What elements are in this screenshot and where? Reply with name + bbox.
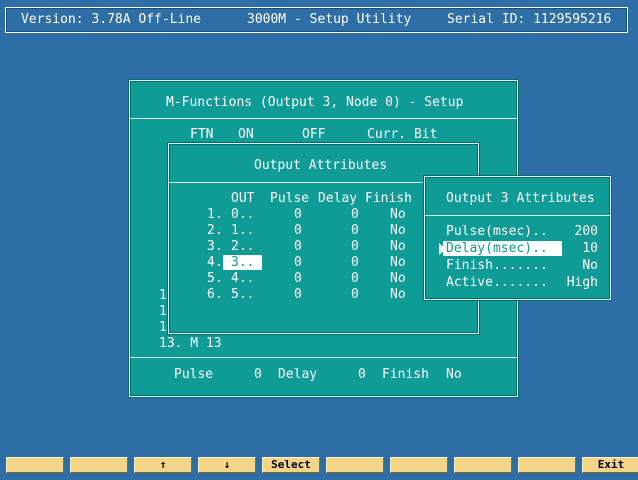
row-out: 4..	[231, 271, 255, 286]
function-key-2[interactable]	[70, 457, 128, 473]
app-title: 3000M - Setup Utility	[247, 12, 412, 27]
col-header-finish: Finish	[365, 191, 412, 206]
function-key-9[interactable]	[518, 457, 576, 473]
col-header-delay: Delay	[318, 191, 358, 206]
row-pulse: 0	[294, 271, 302, 286]
attribute-row[interactable]: Active....... High	[425, 275, 610, 291]
attribute-label: Pulse(msec)..	[446, 224, 548, 239]
row-delay: 0	[351, 287, 359, 302]
row-finish: No	[390, 271, 406, 286]
footer-delay-value: 0	[358, 367, 366, 382]
col-header-out: OUT	[231, 191, 255, 206]
function-key-4[interactable]: ↓	[198, 457, 256, 473]
row-delay: 0	[351, 239, 359, 254]
row-pulse: 0	[294, 287, 302, 302]
function-key-6[interactable]	[326, 457, 384, 473]
row-out: 3..	[223, 255, 263, 270]
serial-id: Serial ID: 1129595216	[447, 12, 612, 27]
function-key-3[interactable]: ↑	[134, 457, 192, 473]
attribute-value: High	[566, 275, 598, 290]
row-index: 1.	[207, 207, 223, 222]
row-out: 5..	[231, 287, 255, 302]
divider	[130, 118, 517, 119]
row-index: 3.	[207, 239, 223, 254]
attribute-label: Active.......	[446, 275, 548, 290]
col-header-pulse: Pulse	[270, 191, 310, 206]
row-out: 0..	[231, 207, 255, 222]
divider	[130, 357, 517, 358]
m-functions-title: M-Functions (Output 3, Node 0) - Setup	[166, 95, 464, 110]
row-finish: No	[390, 223, 406, 238]
row-pulse: 0	[294, 207, 302, 222]
attribute-row[interactable]: Finish....... No	[425, 258, 610, 274]
row-finish: No	[390, 239, 406, 254]
output-3-attributes-dialog: Output 3 Attributes Pulse(msec).. 200 Dela…	[424, 176, 611, 300]
attribute-value: 10	[582, 241, 598, 256]
row-delay: 0	[351, 207, 359, 222]
row-delay: 0	[351, 271, 359, 286]
col-header-ftn: FTN	[190, 127, 214, 142]
function-key-5[interactable]: Select	[262, 457, 320, 473]
attribute-row[interactable]: Pulse(msec).. 200	[425, 224, 610, 240]
list-item[interactable]: 1	[159, 320, 167, 336]
function-key-label: Select	[271, 458, 311, 471]
divider	[425, 215, 610, 216]
pointer-icon	[439, 243, 446, 255]
footer-delay-label: Delay	[278, 367, 318, 382]
list-item[interactable]: 1	[159, 288, 167, 304]
output-attributes-title: Output Attributes	[254, 158, 388, 173]
title-bar: Version: 3.78A Off-Line 3000M - Setup Ut…	[5, 7, 628, 33]
row-finish: No	[390, 207, 406, 222]
version-text: Version: 3.78A Off-Line	[21, 12, 202, 27]
row-finish: No	[390, 255, 406, 270]
row-index: 2.	[207, 223, 223, 238]
row-pulse: 0	[294, 255, 302, 270]
function-key-label: ↓	[223, 458, 231, 471]
row-pulse: 0	[294, 239, 302, 254]
list-item-m13[interactable]: 13. M 13	[159, 336, 222, 352]
function-key-label: Exit	[597, 458, 625, 471]
attribute-label: Delay(msec)..	[443, 241, 562, 256]
attribute-row[interactable]: Delay(msec).. 10	[425, 241, 610, 257]
row-index: 5.	[207, 271, 223, 286]
row-delay: 0	[351, 223, 359, 238]
row-finish: No	[390, 287, 406, 302]
attribute-value: 200	[574, 224, 598, 239]
row-pulse: 0	[294, 223, 302, 238]
row-delay: 0	[351, 255, 359, 270]
function-key-10[interactable]: Exit	[582, 457, 638, 473]
footer-pulse-value: 0	[254, 367, 262, 382]
list-item[interactable]: 1	[159, 304, 167, 320]
col-header-off: OFF	[302, 127, 326, 142]
col-header-on: ON	[238, 127, 254, 142]
function-key-label: ↑	[159, 458, 167, 471]
function-key-7[interactable]	[390, 457, 448, 473]
row-index: 6.	[207, 287, 223, 302]
footer-pulse-label: Pulse	[174, 367, 214, 382]
row-out: 2..	[231, 239, 255, 254]
output-3-title: Output 3 Attributes	[446, 191, 595, 206]
col-header-curr-bit: Curr. Bit	[367, 127, 438, 142]
footer-finish-value: No	[446, 367, 462, 382]
footer-finish-label: Finish	[382, 367, 429, 382]
row-out: 1..	[231, 223, 255, 238]
function-key-1[interactable]	[6, 457, 64, 473]
attribute-label: Finish.......	[446, 258, 548, 273]
attribute-value: No	[582, 258, 598, 273]
function-key-8[interactable]	[454, 457, 512, 473]
row-index: 4.	[207, 255, 223, 270]
